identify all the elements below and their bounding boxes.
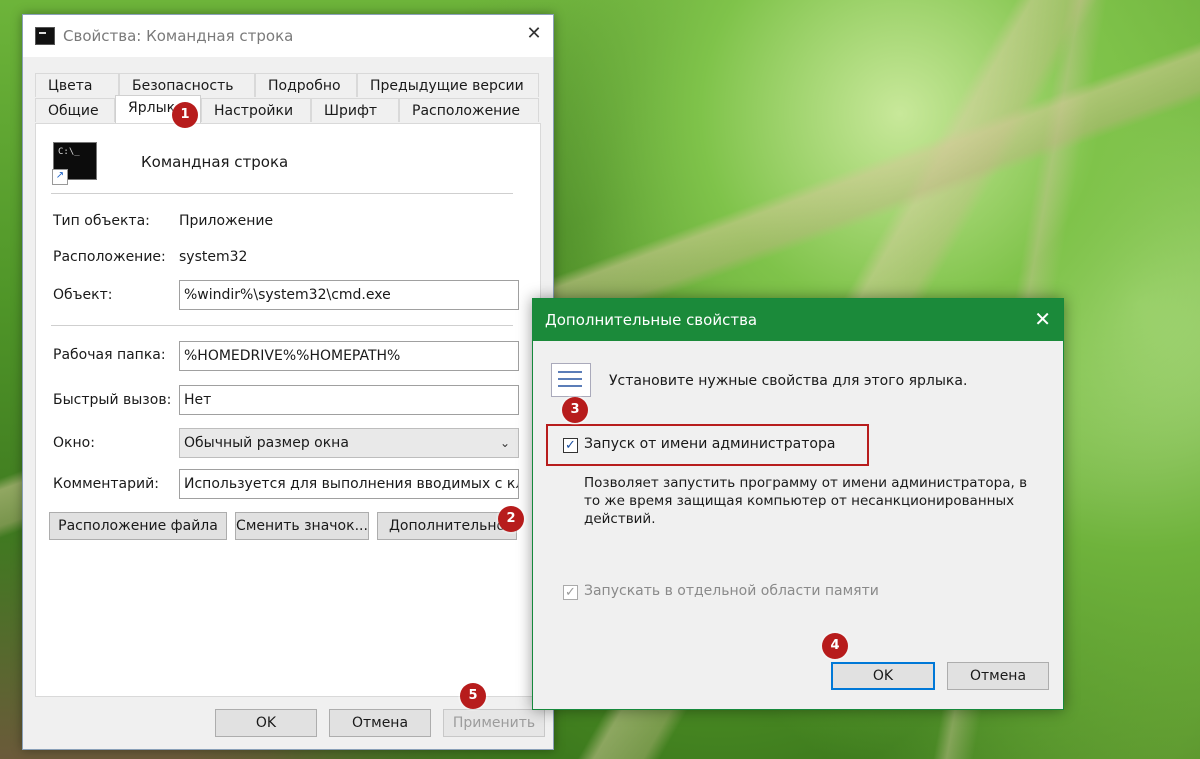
tab-previous-versions[interactable]: Предыдущие версии: [357, 73, 539, 97]
tab-general[interactable]: Общие: [35, 98, 115, 122]
advanced-dialog-titlebar[interactable]: Дополнительные свойства ✕: [533, 299, 1063, 341]
advanced-cancel-button[interactable]: Отмена: [947, 662, 1049, 690]
properties-title: Свойства: Командная строка: [63, 27, 294, 45]
close-icon[interactable]: ✕: [523, 23, 545, 45]
ok-button[interactable]: OK: [215, 709, 317, 737]
tab-colors[interactable]: Цвета: [35, 73, 119, 97]
run-select-value: Обычный размер окна: [184, 435, 349, 451]
start-in-label: Рабочая папка:: [53, 347, 166, 363]
advanced-ok-button[interactable]: OK: [831, 662, 935, 690]
hotkey-label: Быстрый вызов:: [53, 392, 172, 408]
tab-font[interactable]: Шрифт: [311, 98, 399, 122]
target-label: Объект:: [53, 287, 113, 303]
location-label: Расположение:: [53, 249, 166, 265]
location-value: system32: [179, 249, 248, 265]
run-as-admin-description-line: Позволяет запустить программу от имени а…: [584, 475, 1028, 491]
step-badge: 5: [460, 683, 486, 709]
step-badge: 1: [172, 102, 198, 128]
step-badge: 3: [562, 397, 588, 423]
comment-label: Комментарий:: [53, 476, 159, 492]
open-file-location-button[interactable]: Расположение файла: [49, 512, 227, 540]
tab-options[interactable]: Настройки: [201, 98, 311, 122]
apply-button[interactable]: Применить: [443, 709, 545, 737]
chevron-down-icon: ⌄: [499, 436, 510, 450]
run-select[interactable]: Обычный размер окна ⌄: [179, 428, 519, 458]
tabs-row-back: Цвета Безопасность Подробно Предыдущие в…: [35, 73, 539, 97]
run-label: Окно:: [53, 435, 95, 451]
properties-window: Свойства: Командная строка ✕ Цвета Безоп…: [22, 14, 554, 750]
separate-memory-checkbox[interactable]: ✓: [563, 585, 578, 600]
step-badge: 4: [822, 633, 848, 659]
tab-details[interactable]: Подробно: [255, 73, 357, 97]
advanced-button[interactable]: Дополнительно: [377, 512, 517, 540]
tab-layout[interactable]: Расположение: [399, 98, 539, 122]
step-badge: 2: [498, 506, 524, 532]
separator: [51, 193, 513, 194]
separator: [51, 325, 513, 326]
advanced-properties-dialog: Дополнительные свойства ✕ Установите нуж…: [532, 298, 1064, 710]
separate-memory-label: Запускать в отдельной области памяти: [584, 583, 879, 599]
properties-titlebar[interactable]: Свойства: Командная строка ✕: [23, 15, 553, 57]
shortcut-name: Командная строка: [141, 153, 289, 171]
cmd-prompt-text: C:\_: [58, 147, 80, 157]
start-in-field[interactable]: %HOMEDRIVE%%HOMEPATH%: [179, 341, 519, 371]
tab-security[interactable]: Безопасность: [119, 73, 255, 97]
advanced-intro: Установите нужные свойства для этого ярл…: [609, 373, 968, 389]
cancel-button[interactable]: Отмена: [329, 709, 431, 737]
close-icon[interactable]: ✕: [1034, 307, 1051, 331]
target-field[interactable]: %windir%\system32\cmd.exe: [179, 280, 519, 310]
cmd-shortcut-icon: C:\_ ↗: [52, 142, 97, 185]
object-type-label: Тип объекта:: [53, 213, 150, 229]
highlight-box: [546, 424, 869, 466]
tabs-row-front: Общие Ярлык Настройки Шрифт Расположение: [35, 95, 539, 123]
object-type-value: Приложение: [179, 213, 274, 229]
comment-field[interactable]: Используется для выполнения вводимых с к…: [179, 469, 519, 499]
run-as-admin-description-line: то же время защищая компьютер от несанкц…: [584, 493, 1015, 509]
advanced-dialog-title: Дополнительные свойства: [545, 311, 758, 329]
hotkey-field[interactable]: Нет: [179, 385, 519, 415]
properties-list-icon: [551, 363, 591, 397]
cmd-app-icon: [35, 27, 55, 45]
run-as-admin-description-line: действий.: [584, 511, 656, 527]
shortcut-arrow-icon: ↗: [52, 169, 68, 185]
change-icon-button[interactable]: Сменить значок...: [235, 512, 369, 540]
